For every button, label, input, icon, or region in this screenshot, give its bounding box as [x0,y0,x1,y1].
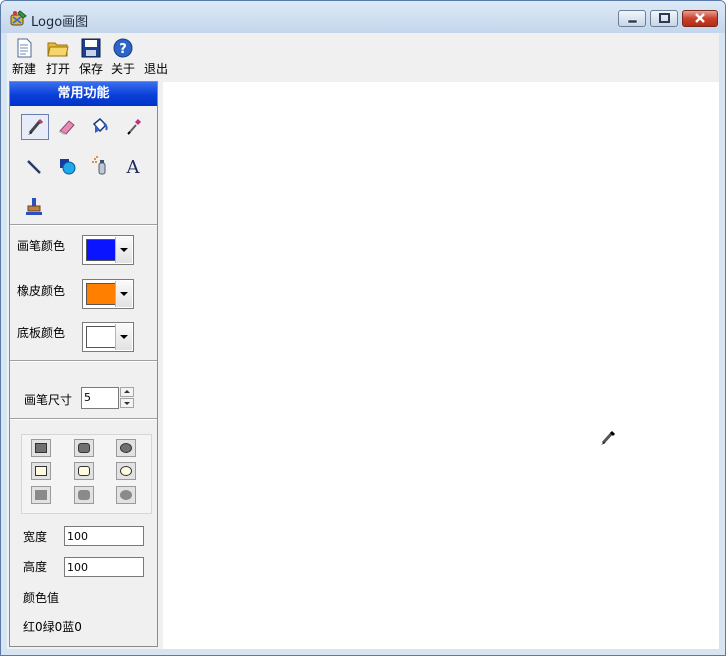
exit-icon-placeholder [145,37,167,59]
title-bar[interactable]: Logo画图 [1,1,725,33]
close-button[interactable] [682,10,718,27]
new-label: 新建 [11,62,36,76]
shape-rect-solid-button[interactable] [31,486,51,504]
shape-style-grid [21,434,152,514]
exit-label: 退出 [143,62,168,76]
save-label: 保存 [78,62,103,76]
fill-bucket-icon [92,117,108,133]
shape-ellipse-outline-button[interactable] [116,462,136,480]
app-logo-icon [10,10,27,26]
maximize-button[interactable] [650,10,678,27]
brush-icon [28,118,44,135]
text-tool-glyph: A [126,157,141,178]
stamp-tool-button[interactable] [21,194,49,220]
toolbar: 新建 打开 保存 ? 关于 退出 [7,33,719,81]
eraser-color-picker[interactable] [82,279,134,309]
pen-color-swatch [86,239,116,261]
open-button[interactable]: 打开 [45,37,71,79]
shape-ellipse-solid-button[interactable] [116,486,136,504]
eraser-color-swatch [86,283,116,305]
pen-size-input[interactable]: 5 [81,387,119,409]
height-input[interactable]: 100 [64,557,144,577]
client-area: 新建 打开 保存 ? 关于 退出 常用功能 A 画笔颜色 橡皮颜色 底板颜色 画… [7,33,719,649]
chevron-down-icon[interactable] [115,237,132,263]
floppy-disk-icon [81,38,101,58]
shapes-icon [60,159,76,175]
about-label: 关于 [110,62,135,76]
text-icon: A [126,157,141,178]
new-button[interactable]: 新建 [11,37,37,79]
maximize-icon [659,13,670,23]
spray-tool-button[interactable] [87,154,115,180]
eraser-icon [59,120,75,135]
minimize-button[interactable] [618,10,646,27]
spray-can-icon [92,156,106,175]
eyedropper-icon [127,119,141,135]
height-label: 高度 [23,560,48,574]
tool-panel: 常用功能 A 画笔颜色 橡皮颜色 底板颜色 画笔尺寸 5 宽度 100 高度 1… [9,81,158,647]
stepper-up-icon[interactable] [120,387,134,397]
minimize-icon [627,19,638,24]
line-tool-button[interactable] [21,154,49,180]
open-label: 打开 [45,62,70,76]
panel-divider [10,224,157,226]
width-label: 宽度 [23,530,48,544]
shape-roundrect-filled-button[interactable] [74,439,94,457]
panel-header: 常用功能 [10,82,157,106]
close-icon [695,13,705,23]
shape-roundrect-outline-button[interactable] [74,462,94,480]
shape-roundrect-solid-button[interactable] [74,486,94,504]
background-color-picker[interactable] [82,322,134,352]
shape-rect-filled-button[interactable] [31,439,51,457]
fill-tool-button[interactable] [87,114,115,140]
drawing-canvas[interactable] [163,82,719,649]
pen-color-picker[interactable] [82,235,134,265]
pen-size-stepper[interactable] [120,387,134,409]
pen-color-label: 画笔颜色 [17,239,66,253]
shape-rect-outline-button[interactable] [31,462,51,480]
brush-cursor-icon [601,430,616,445]
about-button[interactable]: ? 关于 [110,37,136,79]
svg-text:?: ? [119,42,127,57]
panel-divider [10,360,157,362]
background-color-label: 底板颜色 [17,326,66,340]
text-tool-button[interactable]: A [120,154,148,180]
app-window: Logo画图 新建 打开 保存 ? 关于 退出 常用功能 A 画笔颜色 橡皮颜色… [0,0,726,656]
stamp-icon [26,198,42,215]
panel-divider [10,418,157,420]
exit-button[interactable]: 退出 [143,37,169,79]
window-title: Logo画图 [31,15,89,30]
shape-tool-button[interactable] [54,154,82,180]
brush-tool-button[interactable] [21,114,49,140]
save-button[interactable]: 保存 [78,37,104,79]
chevron-down-icon[interactable] [115,324,132,350]
stepper-down-icon[interactable] [120,398,134,408]
eraser-tool-button[interactable] [54,114,82,140]
color-value-label: 颜色值 [23,591,60,605]
new-file-icon [17,38,32,58]
pen-size-label: 画笔尺寸 [24,393,73,407]
help-icon: ? [113,38,133,58]
color-value-readout: 红0绿0蓝0 [23,620,82,634]
shape-ellipse-filled-button[interactable] [116,439,136,457]
eyedropper-tool-button[interactable] [120,114,148,140]
width-input[interactable]: 100 [64,526,144,546]
background-color-swatch [86,326,116,348]
open-folder-icon [47,42,69,57]
line-icon [27,160,41,174]
eraser-color-label: 橡皮颜色 [17,284,66,298]
chevron-down-icon[interactable] [115,281,132,307]
